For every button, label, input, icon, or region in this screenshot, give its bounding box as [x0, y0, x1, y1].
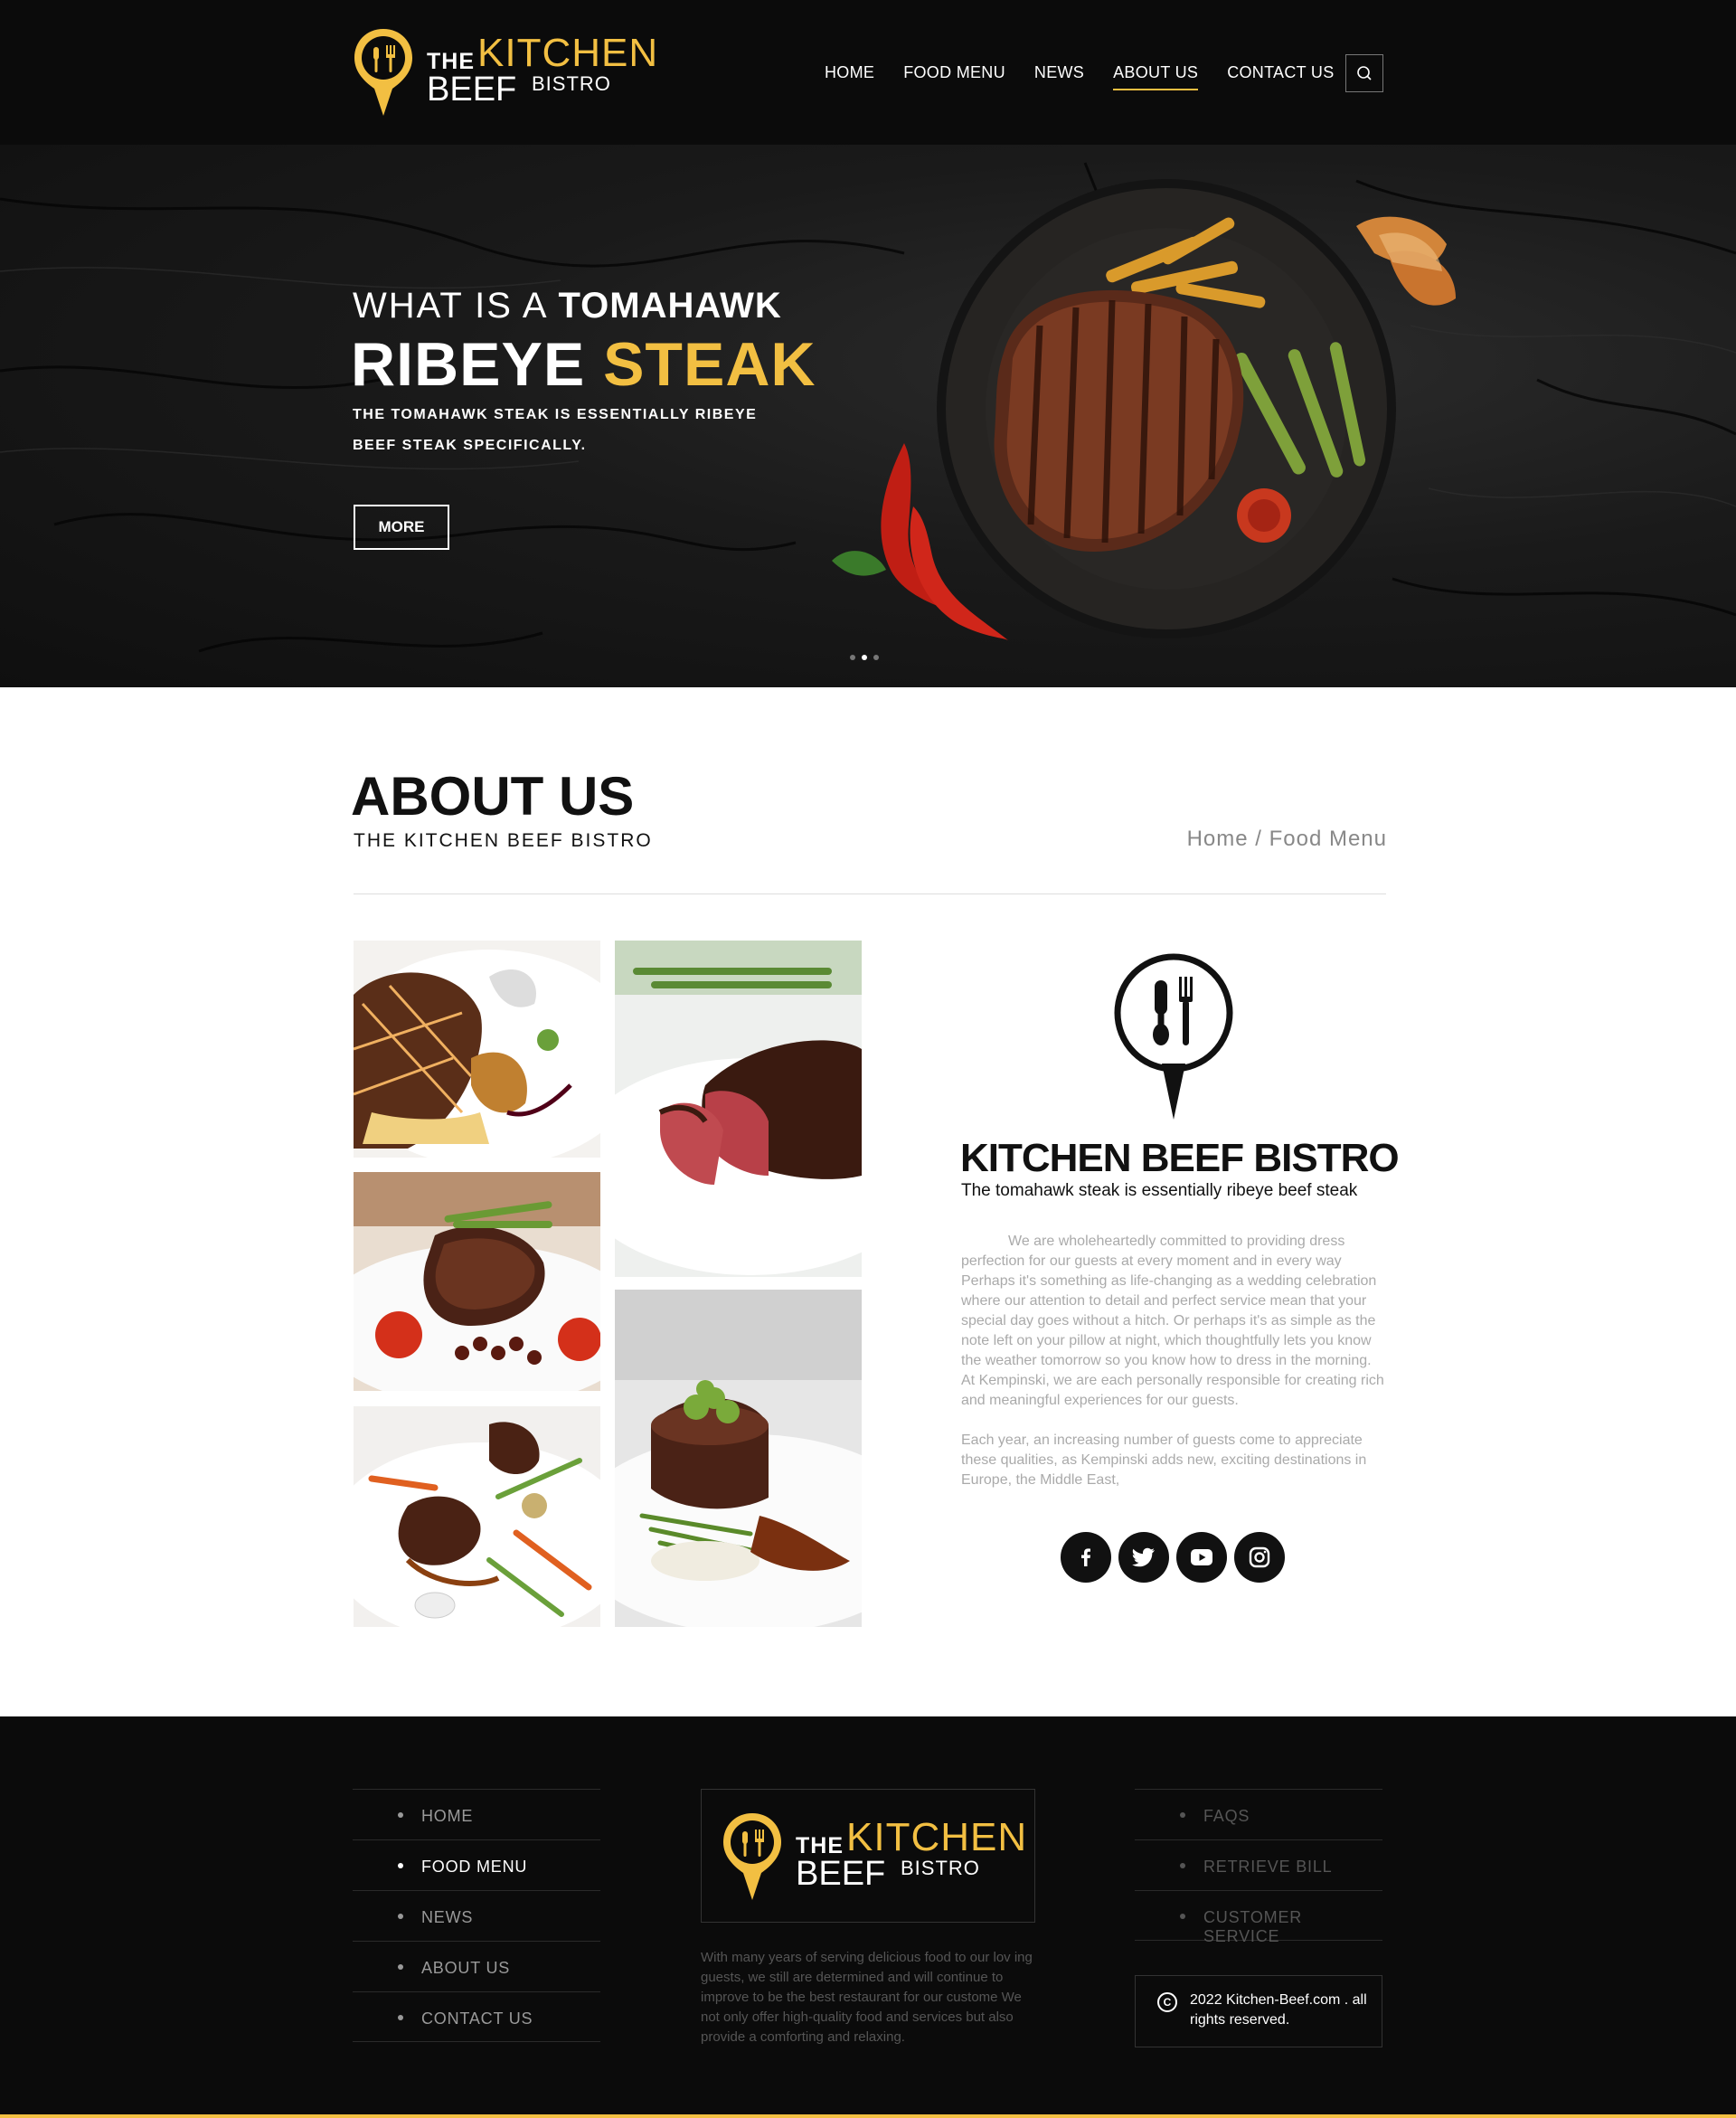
hero-headline-line1: WHAT IS A TOMAHAWK: [353, 286, 782, 326]
logo-word-bistro: BISTRO: [901, 1857, 980, 1879]
facebook-button[interactable]: [1061, 1532, 1111, 1583]
food-photo-3: [354, 1406, 600, 1627]
hero-subtitle: THE TOMAHAWK STEAK IS ESSENTIALLY RIBEYE…: [353, 407, 758, 453]
footer-brand-logo[interactable]: THE KITCHEN BEEF BISTRO: [720, 1810, 1027, 1904]
bullet-icon: [398, 1914, 403, 1919]
nav-news[interactable]: NEWS: [1034, 61, 1084, 83]
bullet-icon: [1180, 1812, 1185, 1818]
nav-about-us[interactable]: ABOUT US: [1113, 61, 1199, 90]
footer-link-faqs[interactable]: FAQS: [1135, 1789, 1382, 1839]
youtube-button[interactable]: [1176, 1532, 1227, 1583]
footer-link-retrieve-bill[interactable]: RETRIEVE BILL: [1135, 1839, 1382, 1890]
footer-link-label: CUSTOMER SERVICE: [1203, 1908, 1303, 1945]
footer-description: With many years of serving delicious foo…: [701, 1950, 1033, 2045]
carousel-dot[interactable]: [873, 655, 879, 660]
footer-menu-left: HOME FOOD MENU NEWS ABOUT US CONTACT US: [353, 1789, 600, 2042]
about-paragraph-1: We are wholeheartedly committed to provi…: [961, 1234, 1384, 1408]
bullet-icon: [398, 2015, 403, 2020]
location-pin-cutlery-icon: [723, 1813, 781, 1900]
hero-steak-plate-image: [0, 162, 1736, 653]
main-nav: HOME FOOD MENU NEWS ABOUT US CONTACT US: [825, 61, 1363, 90]
footer-link-label: CONTACT US: [421, 2009, 533, 2028]
brand-logo[interactable]: THE KITCHEN BEEF BISTRO: [351, 25, 658, 119]
copyright-box: C 2022 Kitchen-Beef.com . all rights res…: [1135, 1975, 1382, 2047]
twitter-button[interactable]: [1118, 1532, 1169, 1583]
facebook-icon: [1081, 1548, 1090, 1566]
food-photo-5: [615, 1290, 862, 1627]
logo-word-bistro: BISTRO: [532, 72, 611, 95]
social-links: [1061, 1532, 1292, 1583]
logo-word-beef: BEEF: [796, 1855, 886, 1893]
copyright-text: 2022 Kitchen-Beef.com . all rights reser…: [1190, 1992, 1367, 2028]
footer-menu-right: FAQS RETRIEVE BILL CUSTOMER SERVICE: [1135, 1789, 1382, 1945]
location-pin-cutlery-icon: [354, 29, 412, 116]
logo-word-kitchen: KITCHEN: [477, 31, 659, 75]
footer-link-label: NEWS: [421, 1908, 474, 1926]
food-photo-2: [354, 1172, 600, 1391]
twitter-icon: [1132, 1547, 1155, 1567]
footer-link-contact-us[interactable]: CONTACT US: [353, 1991, 600, 2042]
food-photo-4: [615, 941, 862, 1277]
search-button[interactable]: [1345, 54, 1383, 92]
nav-contact-us[interactable]: CONTACT US: [1227, 61, 1334, 83]
footer-link-news[interactable]: NEWS: [353, 1890, 600, 1941]
footer-link-label: HOME: [421, 1807, 474, 1825]
footer-link-label: ABOUT US: [421, 1959, 511, 1977]
logo-word-kitchen: KITCHEN: [846, 1815, 1028, 1859]
instagram-button[interactable]: [1234, 1532, 1285, 1583]
footer-link-label: FAQS: [1203, 1807, 1250, 1825]
carousel-dots: [850, 655, 885, 660]
footer-link-food-menu[interactable]: FOOD MENU: [353, 1839, 600, 1890]
footer-link-about-us[interactable]: ABOUT US: [353, 1941, 600, 1991]
footer-link-customer-service[interactable]: CUSTOMER SERVICE: [1135, 1890, 1382, 1945]
logo-word-beef: BEEF: [427, 71, 517, 109]
location-pin-cutlery-icon: [1114, 953, 1233, 1120]
nav-food-menu[interactable]: FOOD MENU: [903, 61, 1005, 83]
about-brand-title: KITCHEN BEEF BISTRO: [960, 1136, 1400, 1180]
nav-home[interactable]: HOME: [825, 61, 874, 83]
youtube-icon: [1191, 1549, 1212, 1565]
footer-link-home[interactable]: HOME: [353, 1789, 600, 1839]
site-footer: HOME FOOD MENU NEWS ABOUT US CONTACT US …: [0, 1716, 1736, 2118]
about-body-text: We are wholeheartedly committed to provi…: [961, 1232, 1386, 1510]
breadcrumb[interactable]: Home / Food Menu: [1187, 827, 1387, 852]
page-title: ABOUT US: [351, 766, 635, 827]
carousel-dot[interactable]: [850, 655, 855, 660]
bullet-icon: [1180, 1914, 1185, 1919]
footer-logo-box: THE KITCHEN BEEF BISTRO: [701, 1789, 1035, 1923]
site-header: THE KITCHEN BEEF BISTRO HOME FOOD MENU N…: [0, 0, 1736, 145]
bullet-icon: [398, 1964, 403, 1970]
carousel-dot-active[interactable]: [862, 655, 867, 660]
hero-banner: WHAT IS A TOMAHAWK RIBEYE STEAK THE TOMA…: [0, 145, 1736, 687]
bullet-icon: [1180, 1863, 1185, 1868]
footer-link-label: FOOD MENU: [421, 1858, 528, 1876]
food-photo-1: [354, 941, 600, 1158]
search-icon: [1357, 66, 1372, 80]
more-button[interactable]: MORE: [354, 505, 449, 550]
bullet-icon: [398, 1863, 403, 1868]
copyright-icon: C: [1157, 1992, 1177, 2012]
about-paragraph-2: Each year, an increasing number of guest…: [961, 1432, 1367, 1488]
footer-link-label: RETRIEVE BILL: [1203, 1858, 1333, 1876]
bullet-icon: [398, 1812, 403, 1818]
page-subtitle: THE KITCHEN BEEF BISTRO: [354, 830, 653, 851]
instagram-icon: [1249, 1546, 1270, 1568]
about-brand-tagline: The tomahawk steak is essentially ribeye…: [961, 1181, 1358, 1200]
hero-headline-line2: RIBEYE STEAK: [351, 330, 816, 399]
